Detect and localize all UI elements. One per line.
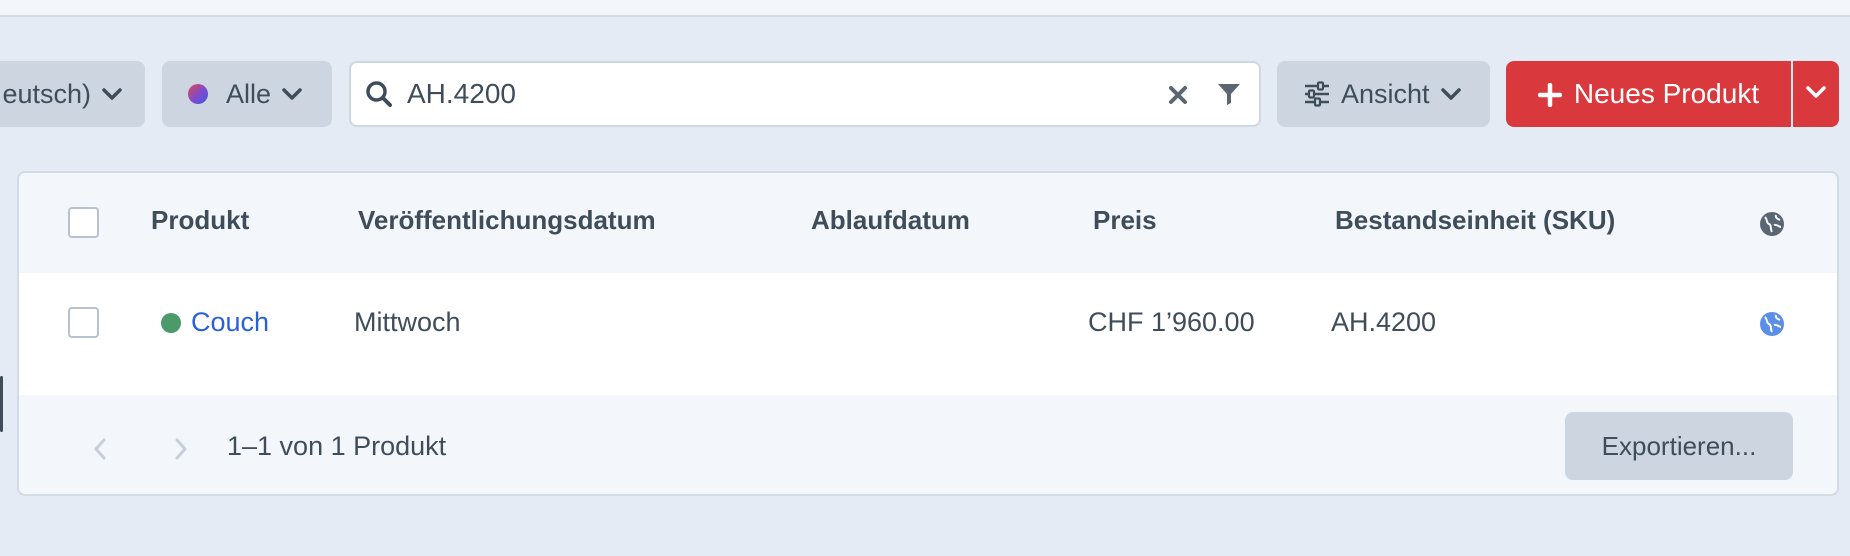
- table-footer: 1–1 von 1 Produkt Exportieren...: [19, 395, 1837, 494]
- column-header-expiry-date[interactable]: Ablaufdatum: [811, 205, 970, 236]
- select-all-checkbox[interactable]: [68, 207, 99, 238]
- table-row[interactable]: Couch Mittwoch CHF 1’960.00 AH.4200: [19, 273, 1837, 395]
- column-header-sku[interactable]: Bestandseinheit (SKU): [1335, 205, 1615, 236]
- search-box: [349, 61, 1261, 127]
- chevron-left-icon[interactable]: [91, 435, 109, 463]
- search-icon: [365, 80, 393, 108]
- filter-icon[interactable]: [1216, 81, 1242, 107]
- site-selector-label: eutsch): [2, 78, 91, 109]
- new-product-dropdown-button[interactable]: [1793, 61, 1839, 127]
- view-options-label: Ansicht: [1341, 78, 1430, 109]
- column-header-product[interactable]: Produkt: [151, 205, 249, 236]
- globe-icon: [1759, 211, 1785, 237]
- top-bar: [0, 0, 1850, 17]
- sidebar-edge: [0, 376, 3, 432]
- status-gradient-icon: [188, 84, 208, 104]
- sliders-icon: [1303, 81, 1331, 107]
- new-product-label: Neues Produkt: [1573, 78, 1760, 109]
- export-button[interactable]: Exportieren...: [1565, 412, 1793, 480]
- product-name-link[interactable]: Couch: [191, 307, 269, 338]
- column-header-price[interactable]: Preis: [1093, 205, 1157, 236]
- site-selector-button[interactable]: eutsch): [0, 61, 145, 127]
- product-table: Produkt Veröffentlichungsdatum Ablaufdat…: [17, 171, 1839, 496]
- search-input[interactable]: [407, 78, 1137, 110]
- chevron-down-icon: [281, 87, 303, 101]
- chevron-down-icon: [101, 87, 123, 101]
- chevron-down-icon: [1805, 85, 1827, 104]
- table-header: Produkt Veröffentlichungsdatum Ablaufdat…: [19, 173, 1837, 273]
- new-product-button[interactable]: Neues Produkt: [1506, 61, 1791, 127]
- row-checkbox[interactable]: [68, 307, 99, 338]
- chevron-right-icon[interactable]: [172, 435, 190, 463]
- column-header-post-date[interactable]: Veröffentlichungsdatum: [358, 205, 656, 236]
- view-options-button[interactable]: Ansicht: [1277, 61, 1490, 127]
- globe-icon[interactable]: [1759, 311, 1785, 337]
- post-date-cell: Mittwoch: [354, 307, 461, 337]
- pagination-text: 1–1 von 1 Produkt: [227, 431, 447, 461]
- plus-icon: [1537, 82, 1563, 108]
- sku-cell: AH.4200: [1331, 307, 1437, 337]
- price-cell: CHF 1’960.00: [1088, 307, 1255, 337]
- status-filter-button[interactable]: Alle: [162, 61, 332, 127]
- clear-icon[interactable]: [1166, 83, 1190, 107]
- status-indicator-live: [161, 313, 181, 333]
- status-filter-label: Alle: [226, 78, 272, 109]
- chevron-down-icon: [1440, 87, 1462, 101]
